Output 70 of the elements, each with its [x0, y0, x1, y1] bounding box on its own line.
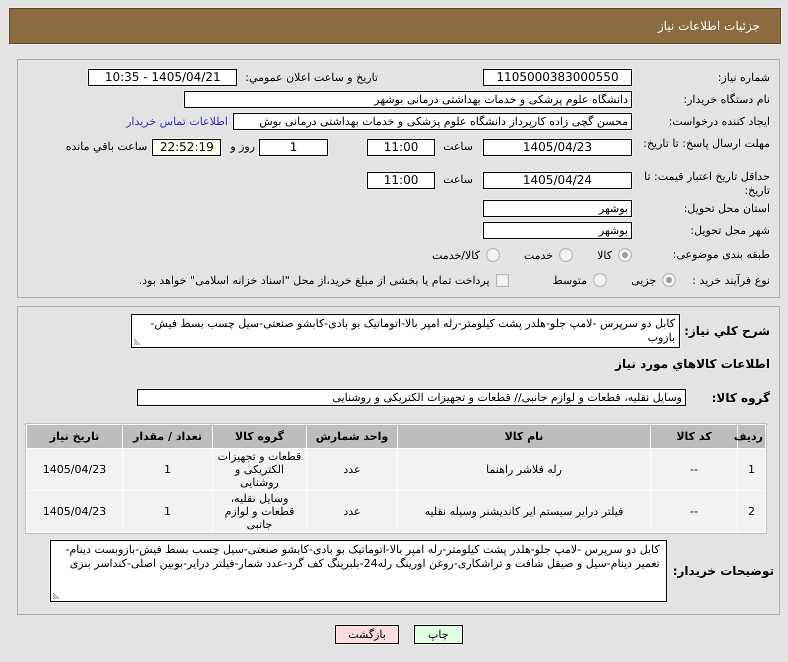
back-button[interactable]: بازگشت: [335, 625, 399, 644]
table-cell: فیلتر درایر سیستم ایر کاندیشنر وسیله نقلیه: [398, 491, 650, 532]
field-label: گروه کالا:: [712, 390, 770, 404]
table-cell: 1405/04/23: [27, 449, 122, 490]
radio-option[interactable]: جزیی: [631, 273, 676, 287]
page-title: جزئیات اطلاعات نیاز: [658, 19, 760, 33]
column-header: تاریخ نیاز: [27, 425, 122, 448]
column-header: نام کالا: [398, 425, 650, 448]
table-cell: 1405/04/23: [27, 491, 122, 532]
column-header: واحد شمارش: [307, 425, 397, 448]
checkbox-icon[interactable]: [496, 274, 509, 286]
radio-option[interactable]: خدمت: [524, 248, 574, 262]
field-label: حداقل تاریخ اعتبار قیمت: تا تاریخ:: [644, 170, 770, 197]
days-label: روز و: [230, 140, 256, 153]
time-field[interactable]: 11:00: [367, 139, 436, 156]
requester-field[interactable]: محسن گچی زاده کارپرداز دانشگاه علوم پزشکی و خدمات بهداشتی درمانی بوش: [233, 113, 632, 130]
table-cell: 1: [123, 449, 212, 490]
radio-icon[interactable]: [486, 248, 500, 262]
time-label: ساعت: [443, 173, 473, 186]
field-label: نام دستگاه خریدار:: [683, 92, 770, 106]
goods-group-field[interactable]: وسایل نقلیه، قطعات و لوازم جانبی// قطعات و تجهیزات الکتریکی و روشنایی: [137, 389, 686, 406]
field-label: استان محل تحویل:: [684, 202, 770, 214]
field-label: شماره نیاز:: [718, 70, 770, 84]
radio-option[interactable]: کالا/خدمت: [432, 248, 500, 262]
field-label: نوع فرآیند خرید :: [692, 274, 770, 286]
remaining-label: ساعت باقي مانده: [66, 140, 148, 153]
province-field[interactable]: بوشهر: [483, 200, 632, 217]
table-cell: 1: [738, 449, 765, 490]
section-title: اطلاعات کالاهاي مورد نياز: [615, 357, 770, 371]
buyer-org-field[interactable]: دانشگاه علوم پزشکی و خدمات بهداشتی درمانی بوشهر: [184, 91, 632, 108]
checkbox-option[interactable]: پرداخت تمام یا بخشی از مبلغ خرید،از محل "اسناد خزانه اسلامی" خواهد بود.: [138, 274, 509, 286]
field-label: توضیحات خریدار:: [672, 563, 774, 579]
date-field[interactable]: 1405/04/23: [483, 139, 632, 156]
field-label: مهلت ارسال پاسخ: تا تاریخ:: [643, 137, 770, 150]
field-label: شهر محل تحویل:: [690, 224, 770, 236]
column-header: تعداد / مقدار: [123, 425, 212, 448]
table-cell: عدد: [307, 449, 397, 490]
date-field[interactable]: 1405/04/24: [483, 172, 632, 189]
radio-icon[interactable]: [559, 248, 574, 262]
radio-option[interactable]: کالا: [597, 248, 632, 262]
field-label: تاریخ و ساعت اعلان عمومي:: [245, 71, 378, 84]
table-cell: 1: [123, 491, 212, 532]
description-textarea[interactable]: کابل دو سرپرس -لامپ جلو-هلدر پشت کیلومتر-رله امپر بالا-اتوماتیک بو بادی-کابشو صنعتی-سیل چسب بسط فیش-بازوب: [131, 314, 680, 348]
city-field[interactable]: بوشهر: [483, 222, 632, 239]
field-label: شرح کلي نياز:: [684, 324, 770, 338]
field-label: طبقه بندی موضوعی:: [672, 248, 770, 261]
need-number-field[interactable]: 1105000383000550: [483, 69, 632, 86]
table-cell: رله فلاشر راهنما: [398, 449, 650, 490]
radio-icon[interactable]: [593, 273, 608, 287]
field-label: ایجاد کننده درخواست:: [668, 114, 770, 128]
column-header: گروه کالا: [213, 425, 306, 448]
radio-option[interactable]: متوسط: [552, 273, 608, 287]
time-field[interactable]: 11:00: [367, 172, 436, 189]
print-button[interactable]: چاپ: [414, 625, 463, 644]
table-cell: عدد: [307, 491, 397, 532]
resize-grip-icon[interactable]: [134, 338, 141, 345]
table-cell: --: [651, 449, 737, 490]
resize-grip-icon[interactable]: [52, 592, 60, 599]
notes-textarea[interactable]: کابل دو سرپرس -لامپ جلو-هلدر پشت کیلومتر-رله امپر بالا-اتوماتیک بو بادی-کابشو صنعتی-سیل چسب بسط فیش-بازوبست دینام-تعمیر دینام-سیل و صیقل شافت و تراشکاری-روغن اورینگ رله24-بلبرینگ کف گرد-عدد شمار-فیلتر درایر-بوبین اصلی-کنداسر بنزی: [50, 540, 667, 602]
radio-icon[interactable]: [618, 248, 632, 262]
remaining-time-field[interactable]: 22:52:19: [152, 139, 222, 156]
radio-icon[interactable]: [662, 273, 676, 287]
table-cell: 2: [738, 491, 765, 532]
table-cell: قطعات و تجهیزات الکتریکی و روشنایی: [213, 449, 306, 490]
table-cell: وسایل نقلیه، قطعات و لوازم جانبی: [213, 491, 306, 532]
days-field[interactable]: 1: [259, 139, 328, 156]
time-label: ساعت: [443, 140, 473, 153]
contact-buyer-link[interactable]: اطلاعات تماس خریدار: [126, 115, 228, 128]
table-cell: --: [651, 491, 737, 532]
announce-datetime-field[interactable]: 1405/04/21 - 10:35: [88, 69, 238, 86]
